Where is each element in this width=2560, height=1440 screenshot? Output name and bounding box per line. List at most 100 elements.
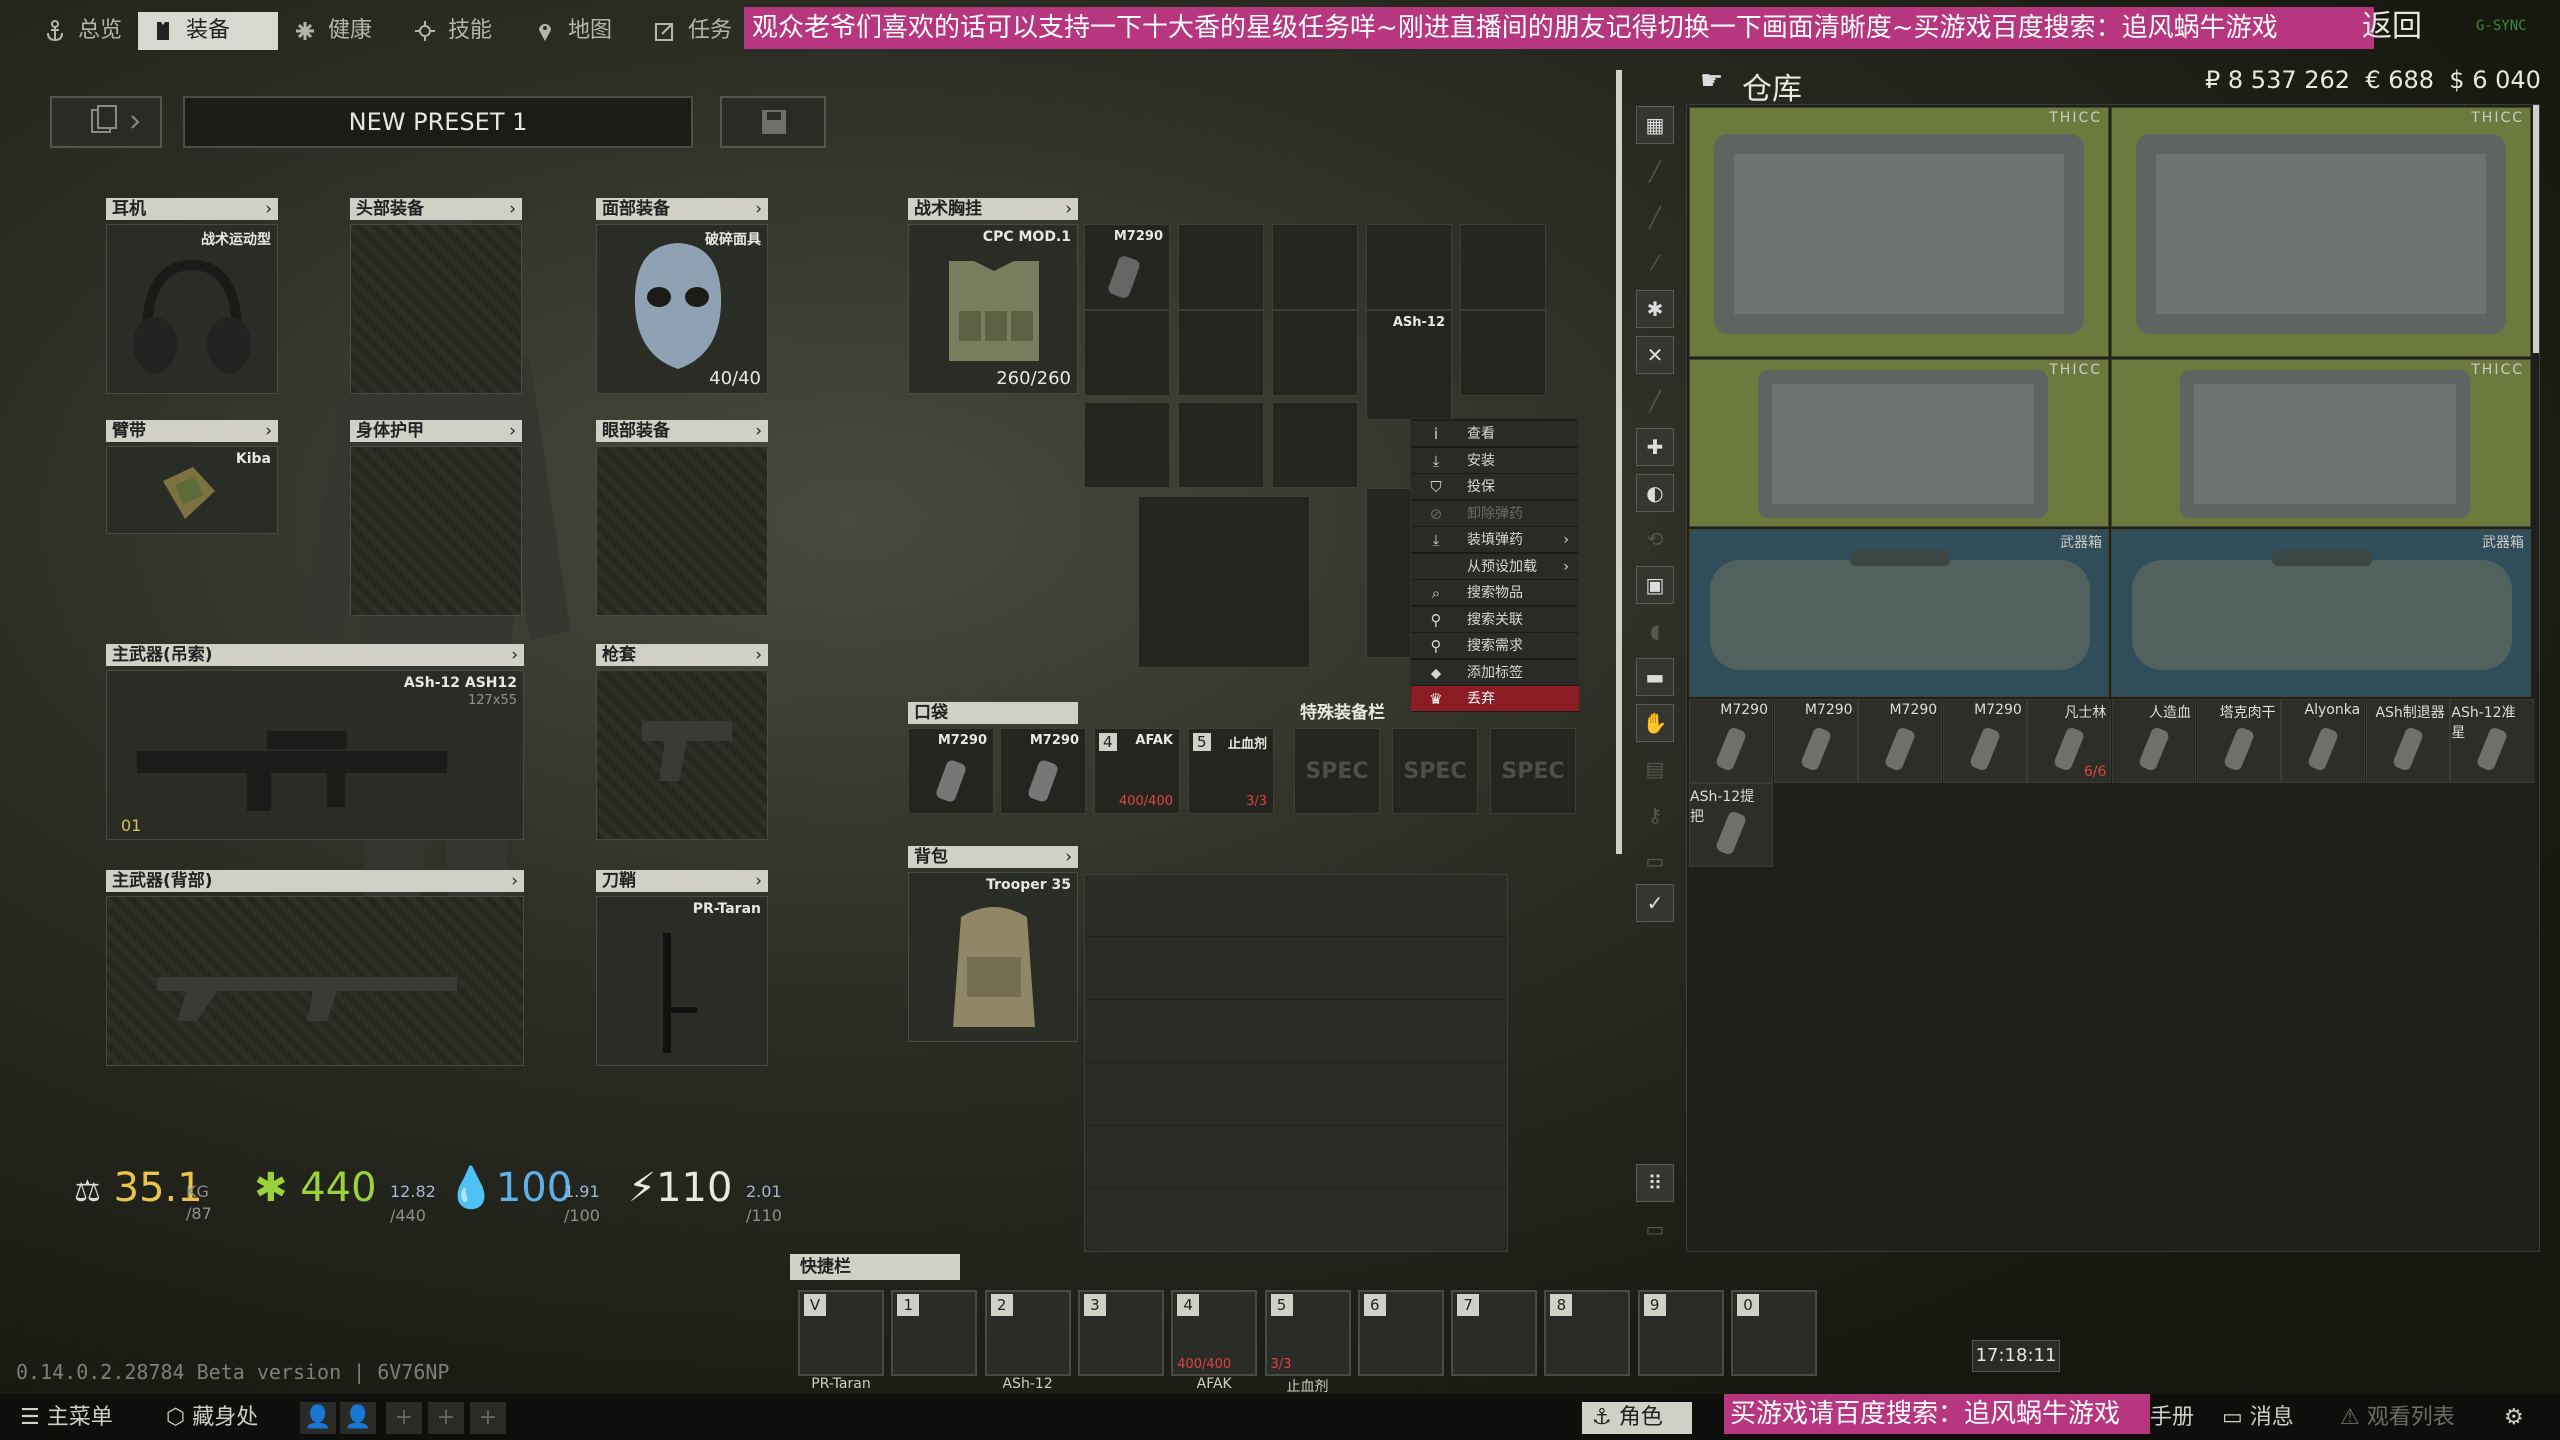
settings-button[interactable]: ⚙ [2504, 1402, 2524, 1434]
thicc-case[interactable]: THICC [1689, 359, 2109, 527]
context-menu-item[interactable]: ⚲ 搜索需求 [1411, 633, 1579, 659]
weapon-case[interactable]: 武器箱 [2111, 529, 2531, 697]
quickbar-slot[interactable]: 3 [1077, 1290, 1164, 1376]
stash-item[interactable]: Alyonka [2281, 699, 2366, 783]
quickbar-slot[interactable]: 8 [1544, 1290, 1631, 1376]
context-menu-item[interactable]: ⤓ 装填弹药 › [1411, 527, 1579, 553]
holster-slot[interactable] [596, 670, 768, 840]
rig-cell[interactable] [1460, 224, 1546, 310]
info-filter-icon[interactable]: ▭ [1636, 842, 1674, 880]
stash-grid[interactable]: THICC THICC THICC THICC 武器箱 武器箱 M7290 M72… [1686, 104, 2540, 1252]
context-menu-item[interactable]: ⚲ 搜索关联 [1411, 606, 1579, 633]
thicc-case[interactable]: THICC [1689, 107, 2109, 357]
context-menu-item[interactable]: ⬥ 添加标签 [1411, 659, 1579, 686]
rig-cell[interactable] [1460, 310, 1546, 396]
stash-item[interactable]: ASh-12提把 [1689, 783, 1773, 867]
secondary-weapon-slot[interactable] [106, 896, 524, 1066]
rig-cell[interactable] [1084, 310, 1170, 396]
money-filter-icon[interactable]: ▤ [1636, 750, 1674, 788]
chevron-right-icon[interactable]: › [755, 870, 762, 892]
stash-item[interactable]: M7290 [1858, 699, 1943, 783]
stash-item[interactable]: ASh制退器 [2365, 699, 2450, 783]
tab-skills[interactable]: 技能 [400, 12, 506, 50]
context-menu-item[interactable]: 从预设加载 › [1411, 553, 1579, 580]
chevron-right-icon[interactable]: › [511, 870, 518, 892]
tab-map[interactable]: 地图 [520, 12, 620, 50]
preset-menu-button[interactable] [50, 96, 162, 148]
keys-filter-icon[interactable]: ⟲ [1636, 520, 1674, 558]
hideout-button[interactable]: ⬡ 藏身处 [166, 1402, 258, 1434]
quickbar-slot[interactable]: 1 [891, 1290, 978, 1376]
pocket-slot[interactable]: M7290 [908, 728, 994, 814]
armband-slot[interactable]: Kiba [106, 446, 278, 534]
barter-filter-icon[interactable]: ◖ [1636, 612, 1674, 650]
tab-health[interactable]: 健康 [280, 12, 386, 50]
primary-weapon-slot[interactable]: ASh-12 ASH12 127x55 01 [106, 670, 524, 840]
face-cover-slot[interactable]: 破碎面具 40/40 [596, 224, 768, 394]
context-menu-item[interactable]: ♛ 丢弃 [1411, 686, 1579, 712]
chevron-right-icon[interactable]: › [509, 198, 516, 220]
group-member-slot[interactable]: 👤 [340, 1402, 376, 1434]
add-member-button[interactable]: + [470, 1402, 506, 1434]
quickbar-slot[interactable]: 4 400/400 [1171, 1290, 1258, 1376]
stash-item[interactable]: 塔克肉干 [2196, 699, 2281, 783]
weapons-filter-icon[interactable]: ╱ [1636, 152, 1674, 190]
backpack-slot[interactable]: Trooper 35 [908, 872, 1078, 1042]
rig-cell[interactable] [1084, 402, 1170, 488]
context-menu-item[interactable]: ⤓ 安装 [1411, 447, 1579, 474]
tab-overview[interactable]: 总览 [30, 12, 142, 50]
stash-item[interactable]: 人造血 [2112, 699, 2196, 783]
tools-filter-icon[interactable]: ✕ [1636, 336, 1674, 374]
scabbard-slot[interactable]: PR-Taran [596, 896, 768, 1066]
check-filter-icon[interactable]: ✓ [1636, 884, 1674, 922]
stash-item[interactable]: M7290 [1773, 699, 1858, 783]
watchlist-button[interactable]: ⚠ 观看列表 [2340, 1402, 2455, 1434]
stash-item[interactable]: M7290 [1942, 699, 2027, 783]
all-items-filter-icon[interactable]: ▦ [1636, 106, 1674, 144]
stash-item[interactable]: 凡士林 6/6 [2027, 699, 2112, 783]
preset-name-field[interactable]: NEW PRESET 1 [183, 96, 693, 148]
messages-button[interactable]: ▭ 消息 [2222, 1402, 2294, 1434]
chevron-right-icon[interactable]: › [755, 198, 762, 220]
handbook-button[interactable]: 手册 [2150, 1402, 2194, 1434]
tab-tasks[interactable]: 任务 [640, 12, 740, 50]
chevron-right-icon[interactable]: › [755, 644, 762, 666]
quickbar-slot[interactable]: 0 [1731, 1290, 1817, 1376]
chevron-right-icon[interactable]: › [265, 420, 272, 442]
special-slot[interactable]: SPEC [1490, 728, 1576, 814]
chevron-right-icon[interactable]: › [1065, 846, 1072, 868]
chevron-right-icon[interactable]: › [265, 198, 272, 220]
rig-cell[interactable] [1178, 310, 1264, 396]
gear-filter-icon[interactable]: ✱ [1636, 290, 1674, 328]
mods-filter-icon[interactable]: ╱ [1636, 382, 1674, 420]
keys-filter-icon[interactable]: ⚷ [1636, 796, 1674, 834]
stash-scrollbar[interactable] [2533, 105, 2539, 353]
medical-filter-icon[interactable]: ✚ [1636, 428, 1674, 466]
body-armor-slot[interactable] [350, 446, 522, 616]
context-menu-item[interactable]: ⛉ 投保 [1411, 474, 1579, 500]
back-button[interactable]: 返回 [2362, 6, 2422, 48]
context-menu-item[interactable]: ⌕ 搜索物品 [1411, 580, 1579, 606]
rig-cell[interactable] [1366, 224, 1452, 310]
panel-scrollbar[interactable] [1616, 70, 1622, 854]
eyewear-slot[interactable] [596, 446, 768, 616]
main-menu-button[interactable]: ☰ 主菜单 [20, 1402, 113, 1434]
sort-grid-icon[interactable]: ⠿ [1636, 1164, 1674, 1202]
quickbar-slot[interactable]: V [798, 1290, 884, 1376]
chevron-right-icon[interactable]: › [755, 420, 762, 442]
character-button[interactable]: ⚓ 角色 [1582, 1402, 1692, 1434]
backpack-grid[interactable] [1084, 874, 1508, 1252]
headwear-slot[interactable] [350, 224, 522, 394]
rig-slot[interactable]: CPC MOD.1 260/260 [908, 224, 1078, 394]
chevron-right-icon[interactable]: › [509, 420, 516, 442]
add-member-button[interactable]: + [386, 1402, 422, 1434]
stash-item[interactable]: M7290 [1689, 699, 1773, 783]
quickbar-slot[interactable]: 7 [1451, 1290, 1538, 1376]
rig-cell[interactable] [1178, 402, 1264, 488]
rig-cell[interactable]: ASh-12 [1366, 310, 1452, 420]
quickbar-slot[interactable]: 2 [984, 1290, 1071, 1376]
save-preset-button[interactable] [720, 96, 826, 148]
quickbar-slot[interactable]: 6 [1357, 1290, 1444, 1376]
stash-settings-icon[interactable]: ▭ [1636, 1210, 1674, 1248]
containers-filter-icon[interactable]: ▬ [1636, 658, 1674, 696]
